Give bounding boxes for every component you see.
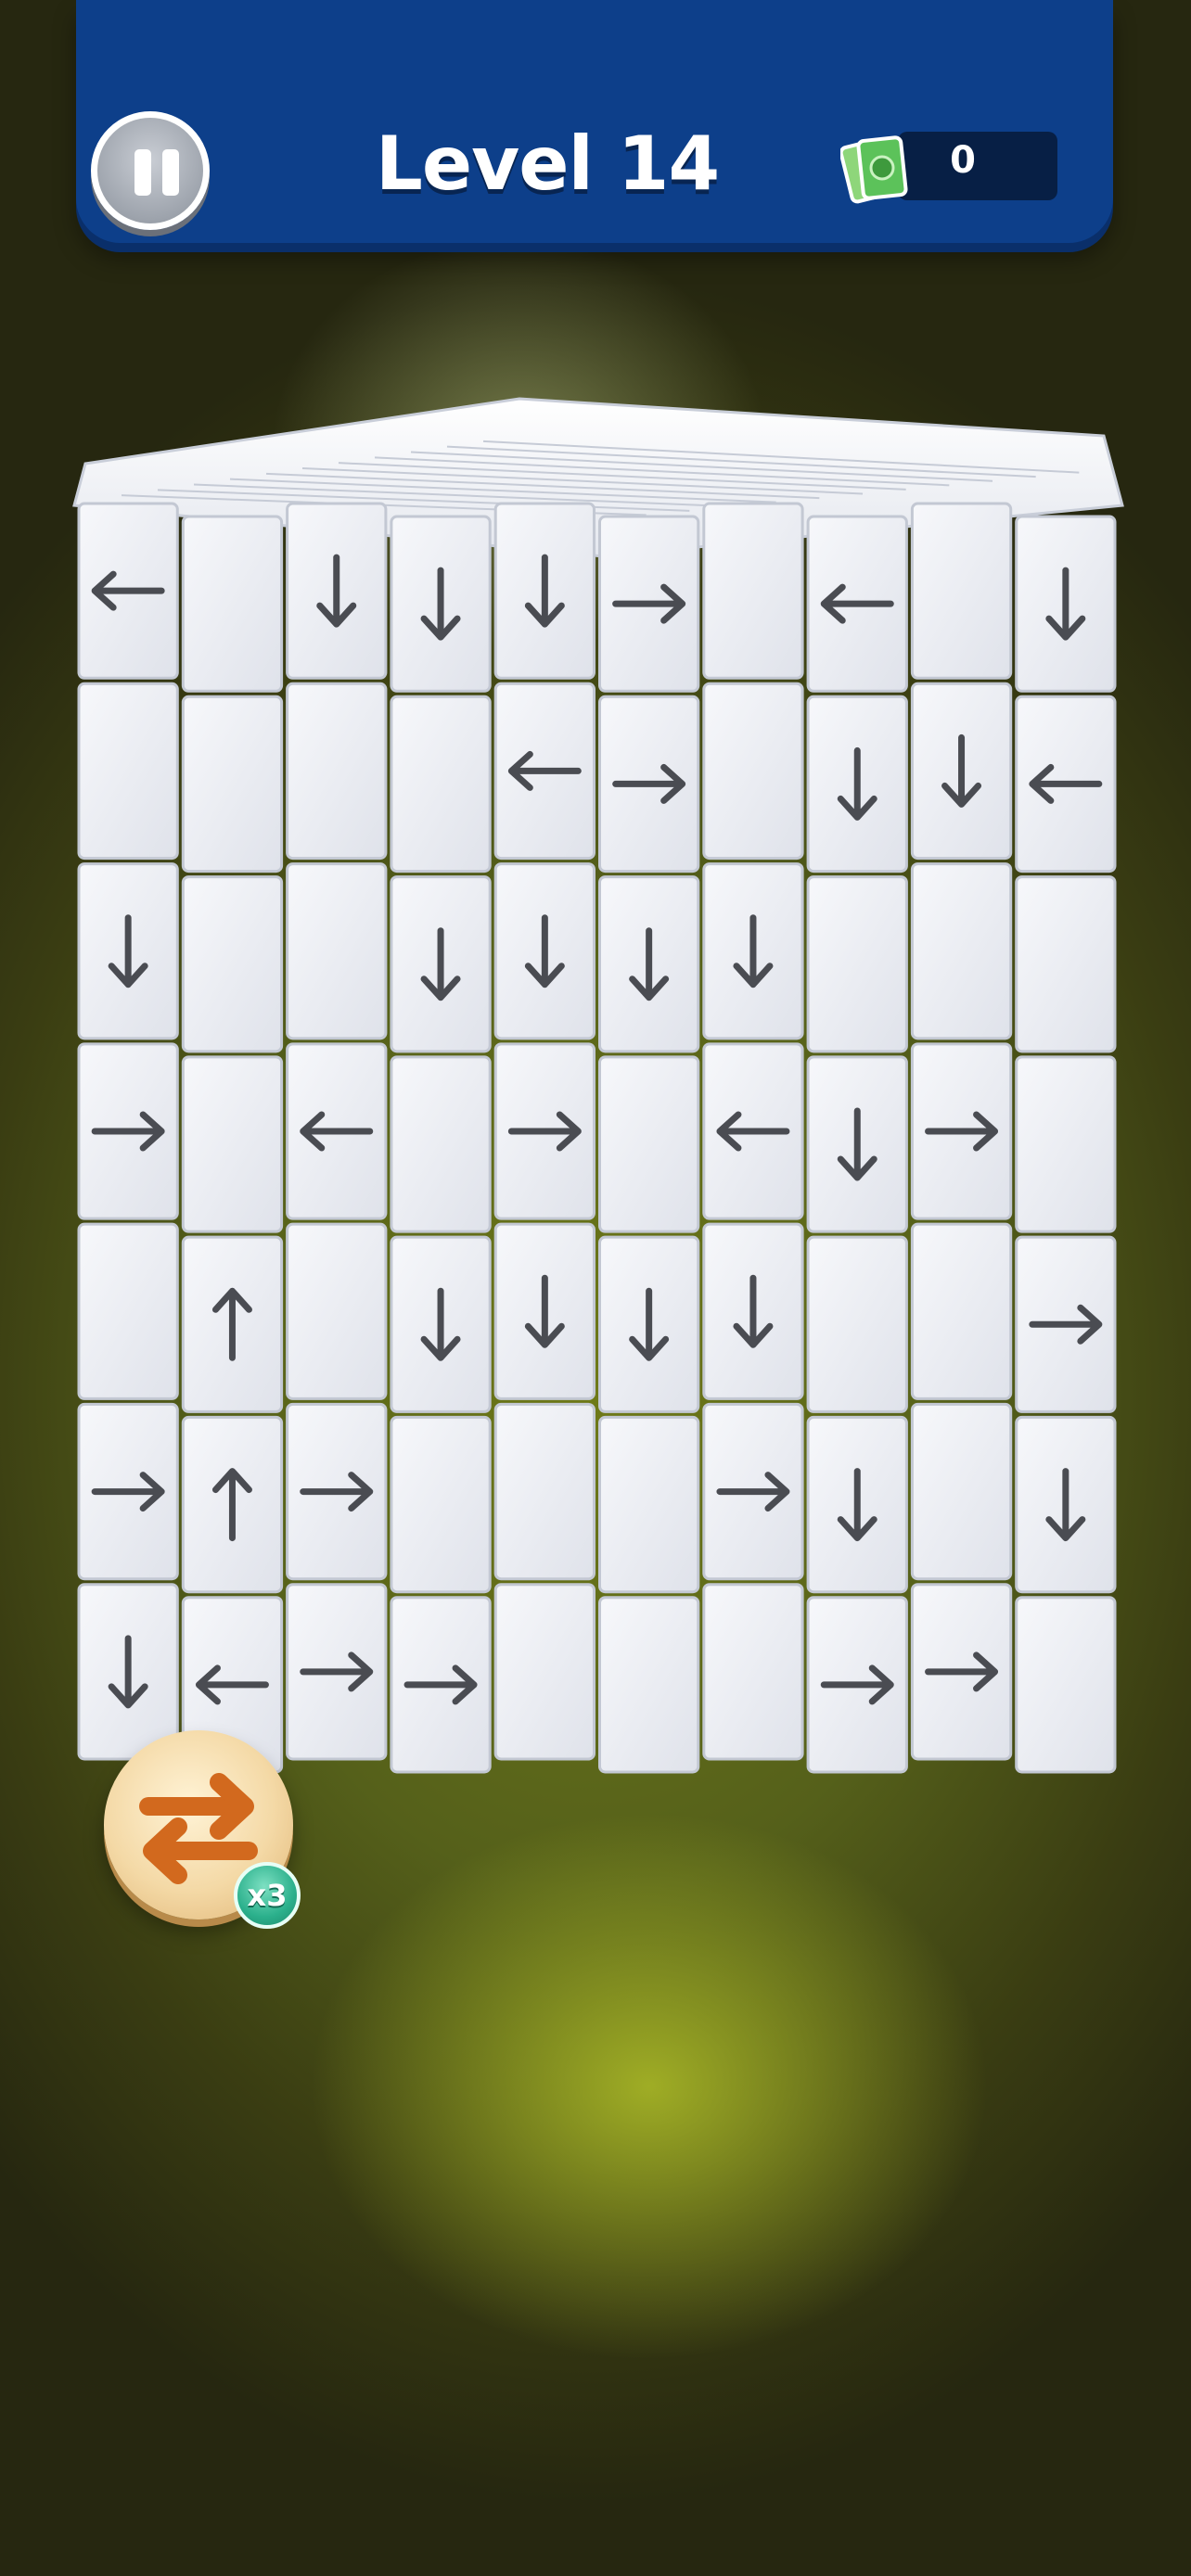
booster-count-badge: x3: [234, 1862, 301, 1929]
tile-face: [286, 682, 388, 861]
tile-col-9-row-3[interactable]: [910, 862, 1013, 1040]
tile-face: [598, 1596, 700, 1774]
tile-col-6-row-1[interactable]: [598, 515, 700, 693]
tile-col-9-row-2[interactable]: [910, 682, 1013, 861]
tile-col-6-row-2[interactable]: [598, 695, 700, 874]
tile-face: [806, 875, 908, 1053]
tile-col-4-row-1[interactable]: [390, 515, 492, 693]
tile-face: [702, 1583, 804, 1761]
tile-col-7-row-6[interactable]: [702, 1402, 804, 1581]
tile-face: [910, 1402, 1013, 1581]
tile-col-5-row-2[interactable]: [493, 682, 596, 861]
tile-col-3-row-6[interactable]: [286, 1402, 388, 1581]
tile-col-6-row-6[interactable]: [598, 1415, 700, 1594]
tile-col-8-row-7[interactable]: [806, 1596, 908, 1774]
tile-face: [390, 1415, 492, 1594]
tile-col-4-row-7[interactable]: [390, 1596, 492, 1774]
tile-col-2-row-3[interactable]: [181, 875, 284, 1053]
tile-col-5-row-5[interactable]: [493, 1222, 596, 1400]
tile-face: [1015, 1596, 1117, 1774]
tile-face: [77, 682, 179, 861]
tile-col-1-row-3[interactable]: [77, 862, 179, 1040]
tile-col-8-row-5[interactable]: [806, 1235, 908, 1413]
tile-col-8-row-6[interactable]: [806, 1415, 908, 1594]
tile-col-3-row-4[interactable]: [286, 1042, 388, 1220]
tile-face: [910, 862, 1013, 1040]
tile-face: [390, 1055, 492, 1233]
tile-col-9-row-4[interactable]: [910, 1042, 1013, 1220]
tile-face: [181, 875, 284, 1053]
tile-col-6-row-4[interactable]: [598, 1055, 700, 1233]
tile-col-5-row-6[interactable]: [493, 1402, 596, 1581]
tile-col-6-row-7[interactable]: [598, 1596, 700, 1774]
tile-col-4-row-5[interactable]: [390, 1235, 492, 1413]
tile-col-1-row-2[interactable]: [77, 682, 179, 861]
tile-col-1-row-1[interactable]: [77, 502, 179, 680]
tile-col-3-row-3[interactable]: [286, 862, 388, 1040]
tile-face: [910, 1222, 1013, 1400]
tile-col-9-row-5[interactable]: [910, 1222, 1013, 1400]
tile-col-10-row-1[interactable]: [1015, 515, 1117, 693]
tile-col-8-row-3[interactable]: [806, 875, 908, 1053]
tile-col-10-row-5[interactable]: [1015, 1235, 1117, 1413]
tile-col-7-row-2[interactable]: [702, 682, 804, 861]
tile-col-7-row-4[interactable]: [702, 1042, 804, 1220]
tile-col-1-row-6[interactable]: [77, 1402, 179, 1581]
tile-col-9-row-6[interactable]: [910, 1402, 1013, 1581]
tile-col-7-row-3[interactable]: [702, 862, 804, 1040]
tile-col-6-row-3[interactable]: [598, 875, 700, 1053]
tile-col-4-row-6[interactable]: [390, 1415, 492, 1594]
tile-col-1-row-4[interactable]: [77, 1042, 179, 1220]
tile-face: [702, 682, 804, 861]
tile-col-1-row-5[interactable]: [77, 1222, 179, 1400]
tile-col-10-row-7[interactable]: [1015, 1596, 1117, 1774]
tile-face: [493, 1583, 596, 1761]
tile-col-10-row-3[interactable]: [1015, 875, 1117, 1053]
tile-col-4-row-3[interactable]: [390, 875, 492, 1053]
tile-col-10-row-4[interactable]: [1015, 1055, 1117, 1233]
tile-face: [286, 1222, 388, 1400]
tile-col-2-row-4[interactable]: [181, 1055, 284, 1233]
tile-col-3-row-1[interactable]: [286, 502, 388, 680]
tile-col-5-row-7[interactable]: [493, 1583, 596, 1761]
tile-col-10-row-6[interactable]: [1015, 1415, 1117, 1594]
tile-face: [1015, 1055, 1117, 1233]
tile-face: [181, 1055, 284, 1233]
tile-col-3-row-5[interactable]: [286, 1222, 388, 1400]
tile-col-8-row-2[interactable]: [806, 695, 908, 874]
tile-col-5-row-3[interactable]: [493, 862, 596, 1040]
tile-col-6-row-5[interactable]: [598, 1235, 700, 1413]
tile-face: [493, 1402, 596, 1581]
tile-col-8-row-1[interactable]: [806, 515, 908, 693]
tile-face: [1015, 875, 1117, 1053]
tile-face: [806, 1235, 908, 1413]
tile-face: [910, 502, 1013, 680]
tile-face: [181, 515, 284, 693]
tile-face: [598, 1415, 700, 1594]
tile-col-2-row-6[interactable]: [181, 1415, 284, 1594]
tile-col-5-row-4[interactable]: [493, 1042, 596, 1220]
tile-col-7-row-5[interactable]: [702, 1222, 804, 1400]
tile-col-2-row-5[interactable]: [181, 1235, 284, 1413]
tile-face: [286, 862, 388, 1040]
tile-face: [598, 1055, 700, 1233]
tile-col-3-row-7[interactable]: [286, 1583, 388, 1761]
tile-block-puzzle: [72, 397, 1124, 1774]
tile-col-5-row-1[interactable]: [493, 502, 596, 680]
tile-col-10-row-2[interactable]: [1015, 695, 1117, 874]
tile-face: [390, 695, 492, 874]
tile-face: [702, 502, 804, 680]
tile-col-4-row-2[interactable]: [390, 695, 492, 874]
tile-face: [77, 1222, 179, 1400]
tile-col-4-row-4[interactable]: [390, 1055, 492, 1233]
tile-face: [181, 695, 284, 874]
tile-col-7-row-7[interactable]: [702, 1583, 804, 1761]
tile-col-7-row-1[interactable]: [702, 502, 804, 680]
tile-col-9-row-1[interactable]: [910, 502, 1013, 680]
tile-col-3-row-2[interactable]: [286, 682, 388, 861]
tile-col-2-row-2[interactable]: [181, 695, 284, 874]
tile-col-9-row-7[interactable]: [910, 1583, 1013, 1761]
tile-col-8-row-4[interactable]: [806, 1055, 908, 1233]
tile-col-2-row-1[interactable]: [181, 515, 284, 693]
